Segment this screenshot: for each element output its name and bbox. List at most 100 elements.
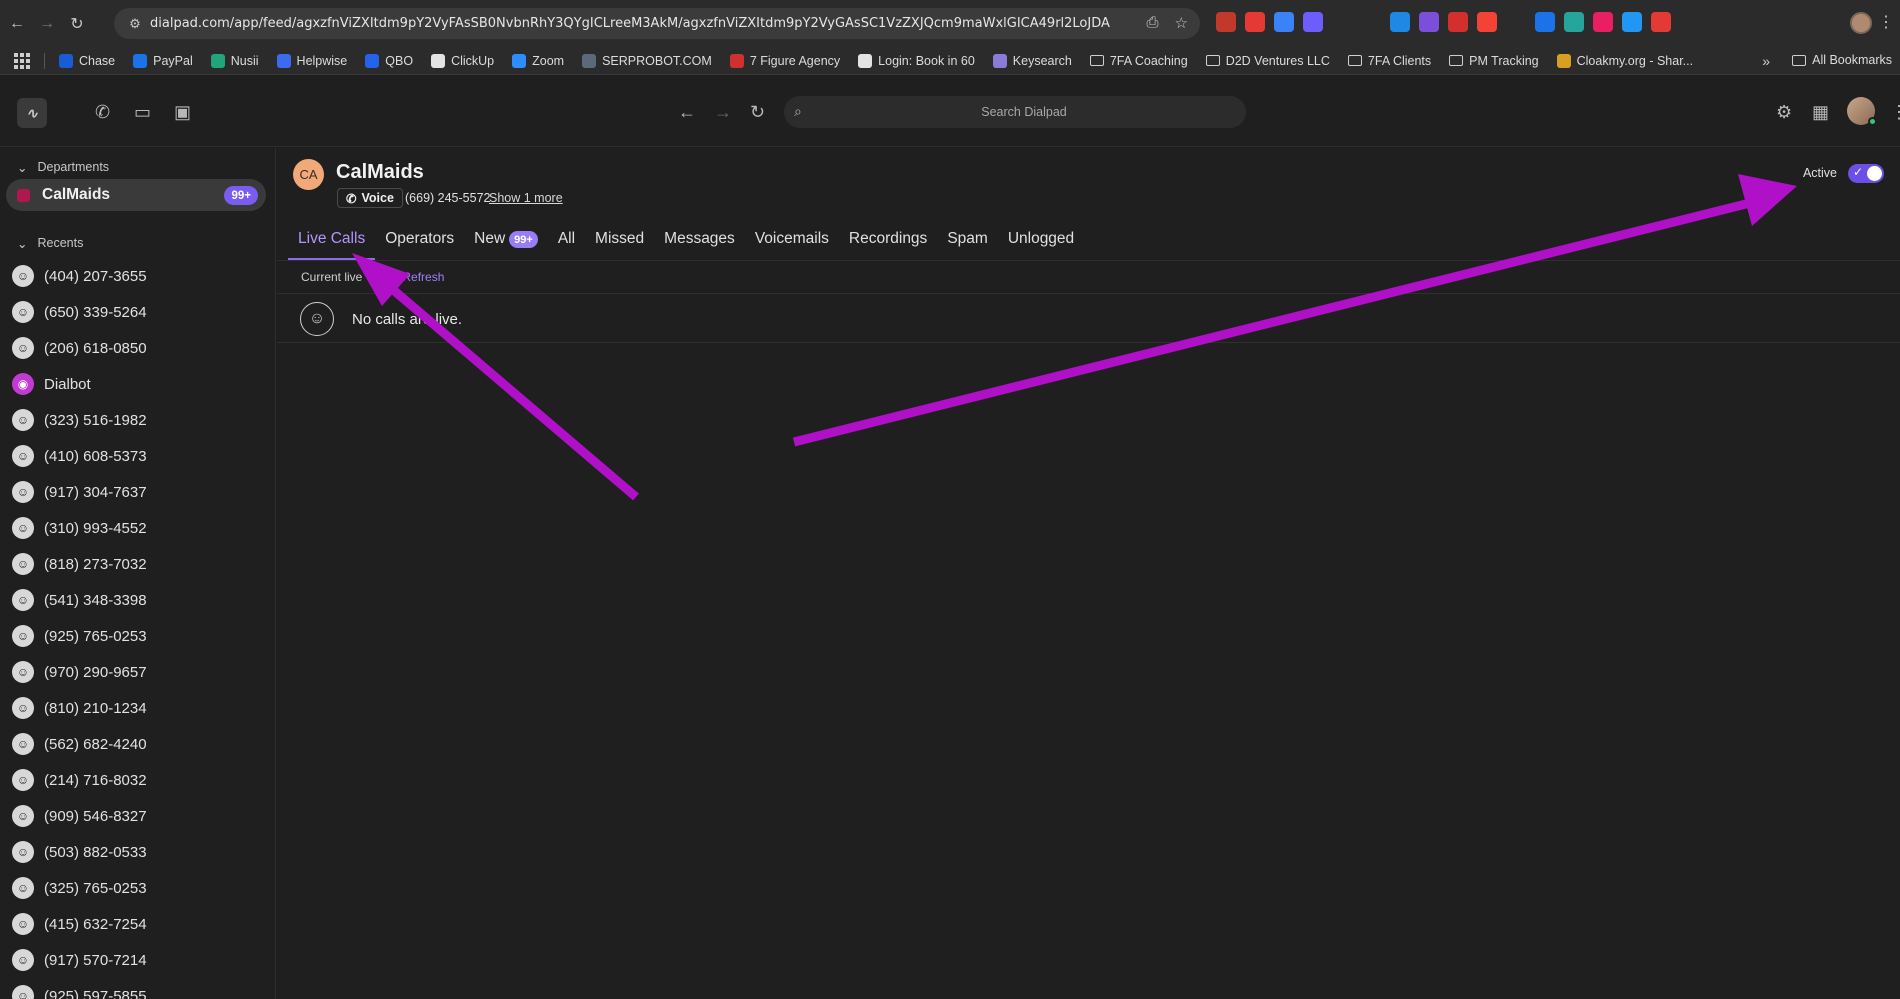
more-menu-icon[interactable]: ⋮	[1890, 102, 1900, 123]
tab-operators[interactable]: Operators	[375, 230, 464, 260]
bookmark-item[interactable]: Helpwise	[276, 53, 347, 68]
refresh-icon[interactable]: ↻	[750, 102, 765, 123]
folder-icon	[1089, 55, 1104, 66]
phone-icon[interactable]: ✆	[95, 102, 110, 123]
list-item[interactable]: ☺ (917) 304-7637	[0, 474, 275, 510]
bookmark-item[interactable]: Chase	[59, 53, 115, 68]
install-app-icon[interactable]: ⎙	[1147, 14, 1159, 32]
tab-unlogged[interactable]: Unlogged	[998, 230, 1084, 260]
bookmark-item[interactable]: 7FA Clients	[1347, 54, 1431, 68]
bookmark-item[interactable]: Keysearch	[992, 53, 1072, 68]
more-bookmarks-icon[interactable]: »	[1762, 53, 1770, 69]
list-item[interactable]: ☺ (323) 516-1982	[0, 402, 275, 438]
p-extension-icon[interactable]	[1535, 12, 1555, 32]
arrow-extension-icon[interactable]	[1622, 12, 1642, 32]
list-item[interactable]: ☺ (404) 207-3655	[0, 258, 275, 294]
recents-header[interactable]: ⌄ Recents	[0, 234, 83, 252]
history-back-icon[interactable]: ←	[678, 102, 696, 123]
bookmark-item[interactable]: Nusii	[210, 53, 259, 68]
active-toggle[interactable]: ✓	[1848, 164, 1884, 183]
refresh-link[interactable]: Refresh	[402, 270, 444, 284]
s-extension-icon[interactable]	[1332, 12, 1352, 32]
bookmark-item[interactable]: D2D Ventures LLC	[1205, 54, 1330, 68]
search-bar[interactable]: ⌕	[784, 96, 1246, 128]
list-item[interactable]: ☺ (810) 210-1234	[0, 690, 275, 726]
d-extension-icon[interactable]	[1303, 12, 1323, 32]
history-forward-icon[interactable]: →	[714, 102, 732, 123]
list-item[interactable]: ☺ (909) 546-8327	[0, 798, 275, 834]
list-item[interactable]: ◉ Dialbot	[0, 366, 275, 402]
bookmark-item[interactable]: PayPal	[133, 53, 193, 68]
list-item[interactable]: ☺ (325) 765-0253	[0, 870, 275, 906]
pin-extension-icon[interactable]	[1448, 12, 1468, 32]
forward-icon[interactable]: →	[34, 11, 60, 37]
list-item[interactable]: ☺ (925) 765-0253	[0, 618, 275, 654]
calendar-icon[interactable]: ▦	[1812, 102, 1829, 123]
tab-recordings[interactable]: Recordings	[839, 230, 937, 260]
tab-new[interactable]: New 99+	[464, 230, 548, 260]
pen-extension-icon[interactable]	[1361, 12, 1381, 32]
list-item[interactable]: ☺ (206) 618-0850	[0, 330, 275, 366]
address-bar[interactable]: ⚙ dialpad.com/app/feed/agxzfnViZXItdm9pY…	[114, 8, 1200, 39]
tab-live-calls[interactable]: Live Calls	[288, 230, 376, 260]
tab-missed[interactable]: Missed	[585, 230, 654, 260]
chevron-down-icon: ⌄	[17, 160, 28, 175]
bookmark-item[interactable]: Login: Book in 60	[858, 53, 975, 68]
reload-icon[interactable]: ↻	[64, 11, 90, 37]
tab-all[interactable]: All	[548, 230, 585, 260]
play-extension-icon[interactable]	[1274, 12, 1294, 32]
video-icon[interactable]: ▣	[174, 102, 191, 123]
search-input[interactable]	[824, 96, 1224, 128]
url-text[interactable]: dialpad.com/app/feed/agxzfnViZXItdm9pY2V…	[150, 16, 1110, 31]
tab-messages[interactable]: Messages	[654, 230, 745, 260]
sidebar-item-calmaids[interactable]: CalMaids 99+	[6, 179, 266, 211]
list-item[interactable]: ☺ (925) 597-5855	[0, 978, 275, 999]
list-item[interactable]: ☺ (310) 993-4552	[0, 510, 275, 546]
list-item[interactable]: ☺ (415) 632-7254	[0, 906, 275, 942]
list-item[interactable]: ☺ (562) 682-4240	[0, 726, 275, 762]
r-extension-icon[interactable]	[1593, 12, 1613, 32]
list-item[interactable]: ☺ (410) 608-5373	[0, 438, 275, 474]
list-item[interactable]: ☺ (541) 348-3398	[0, 582, 275, 618]
bookmark-item[interactable]: Zoom	[512, 53, 564, 68]
bookmark-item[interactable]: Cloakmy.org - Shar...	[1556, 53, 1693, 68]
diamond-extension-icon[interactable]	[1390, 12, 1410, 32]
departments-header[interactable]: ⌄ Departments	[0, 158, 109, 176]
tab-spam[interactable]: Spam	[937, 230, 998, 260]
ext-1-extension-icon[interactable]	[1216, 12, 1236, 32]
apps-grid-icon[interactable]	[14, 52, 30, 69]
show-more-link[interactable]: Show 1 more	[489, 191, 563, 205]
message-icon[interactable]: ▭	[134, 102, 151, 123]
b-extension-icon[interactable]	[1651, 12, 1671, 32]
list-item[interactable]: ☺ (214) 716-8032	[0, 762, 275, 798]
list-item[interactable]: ☺ (818) 273-7032	[0, 546, 275, 582]
puzzle-extension-icon[interactable]	[1680, 12, 1700, 32]
tab-voicemails[interactable]: Voicemails	[745, 230, 839, 260]
bookmark-item[interactable]: 7 Figure Agency	[729, 53, 840, 68]
bookmark-item[interactable]: ClickUp	[431, 53, 494, 68]
c-extension-icon[interactable]	[1477, 12, 1497, 32]
dots-extension-icon[interactable]	[1506, 12, 1526, 32]
user-avatar[interactable]	[1847, 97, 1877, 126]
browser-menu-icon[interactable]: ⋮	[1878, 12, 1894, 32]
browser-profile-avatar[interactable]	[1850, 12, 1872, 34]
bookmark-item[interactable]: QBO	[365, 53, 413, 68]
bookmark-item[interactable]: SERPROBOT.COM	[582, 53, 712, 68]
list-item[interactable]: ☺ (917) 570-7214	[0, 942, 275, 978]
youtube-extension-icon[interactable]	[1245, 12, 1265, 32]
v-extension-icon[interactable]	[1419, 12, 1439, 32]
bookmark-star-icon[interactable]: ☆	[1175, 14, 1188, 32]
circle-extension-icon[interactable]	[1564, 12, 1584, 32]
all-bookmarks[interactable]: All Bookmarks	[1792, 53, 1892, 67]
bookmark-item[interactable]: PM Tracking	[1449, 54, 1539, 68]
site-info-icon[interactable]: ⚙	[120, 16, 150, 32]
list-item[interactable]: ☺ (970) 290-9657	[0, 654, 275, 690]
back-icon[interactable]: ←	[4, 11, 30, 37]
tab-label: New	[474, 230, 506, 247]
bookmark-item[interactable]: 7FA Coaching	[1089, 54, 1188, 68]
dialpad-logo[interactable]: ∿	[17, 98, 47, 128]
list-item-label: (917) 570-7214	[44, 951, 147, 969]
list-item[interactable]: ☺ (650) 339-5264	[0, 294, 275, 330]
settings-gear-icon[interactable]: ⚙	[1776, 102, 1792, 123]
list-item[interactable]: ☺ (503) 882-0533	[0, 834, 275, 870]
